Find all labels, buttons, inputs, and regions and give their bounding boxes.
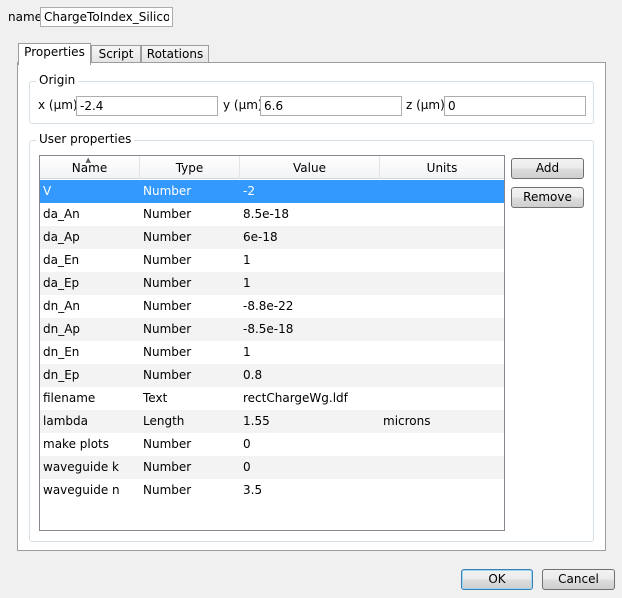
cell-name[interactable]: waveguide n [43, 479, 120, 502]
cell-name[interactable]: dn_An [43, 295, 80, 318]
table-row[interactable]: dn_Ap Number -8.5e-18 [40, 318, 504, 341]
cell-type[interactable]: Number [143, 456, 191, 479]
cell-value[interactable]: -8.5e-18 [243, 318, 293, 341]
cell-value[interactable]: 1 [243, 341, 251, 364]
cell-type[interactable]: Number [143, 318, 191, 341]
cell-name[interactable]: V [43, 180, 51, 203]
cell-value[interactable]: 1 [243, 272, 251, 295]
table-row[interactable]: V Number -2 [40, 180, 504, 203]
cell-value[interactable]: 1 [243, 249, 251, 272]
cell-value[interactable]: rectChargeWg.ldf [243, 387, 348, 410]
cell-value[interactable]: -8.8e-22 [243, 295, 293, 318]
table-row[interactable]: dn_An Number -8.8e-22 [40, 295, 504, 318]
cell-units[interactable]: microns [383, 410, 431, 433]
table-row[interactable]: waveguide n Number 3.5 [40, 479, 504, 502]
column-header-type[interactable]: Type [140, 156, 240, 179]
cell-name[interactable]: da_An [43, 203, 80, 226]
cell-type[interactable]: Number [143, 295, 191, 318]
cell-type[interactable]: Number [143, 479, 191, 502]
cell-type[interactable]: Number [143, 364, 191, 387]
tab-properties[interactable]: Properties [18, 43, 91, 65]
origin-title: Origin [36, 73, 79, 87]
cell-value[interactable]: -2 [243, 180, 255, 203]
cell-type[interactable]: Text [143, 387, 167, 410]
cell-value[interactable]: 8.5e-18 [243, 203, 289, 226]
y-label: y (µm) [223, 98, 263, 112]
table-row[interactable]: da_An Number 8.5e-18 [40, 203, 504, 226]
table-row[interactable]: filename Text rectChargeWg.ldf [40, 387, 504, 410]
add-button[interactable]: Add [511, 158, 584, 179]
user-properties-table[interactable]: ▲ Name Type Value Units V Number -2 da_An Nu… [39, 155, 505, 531]
cell-type[interactable]: Number [143, 180, 191, 203]
cell-type[interactable]: Number [143, 249, 191, 272]
cell-name[interactable]: filename [43, 387, 95, 410]
x-label: x (µm) [38, 98, 78, 112]
name-input[interactable] [40, 7, 173, 27]
cell-value[interactable]: 0 [243, 456, 251, 479]
cell-name[interactable]: dn_En [43, 341, 79, 364]
sort-ascending-icon: ▲ [85, 156, 91, 164]
y-input[interactable] [260, 96, 402, 116]
column-header-name[interactable]: ▲ Name [40, 156, 140, 179]
cell-name[interactable]: lambda [43, 410, 88, 433]
cell-name[interactable]: waveguide k [43, 456, 119, 479]
table-row[interactable]: dn_Ep Number 0.8 [40, 364, 504, 387]
column-header-value[interactable]: Value [240, 156, 380, 179]
z-label: z (µm) [406, 98, 445, 112]
name-label: name [8, 10, 43, 24]
cell-name[interactable]: da_Ep [43, 272, 79, 295]
cell-value[interactable]: 6e-18 [243, 226, 278, 249]
cell-name[interactable]: dn_Ep [43, 364, 79, 387]
cell-value[interactable]: 3.5 [243, 479, 262, 502]
table-row[interactable]: waveguide k Number 0 [40, 456, 504, 479]
table-row[interactable]: lambda Length 1.55 microns [40, 410, 504, 433]
cell-type[interactable]: Number [143, 433, 191, 456]
cell-name[interactable]: da_En [43, 249, 79, 272]
x-input[interactable] [76, 96, 218, 116]
remove-button[interactable]: Remove [511, 187, 584, 208]
cell-value[interactable]: 1.55 [243, 410, 270, 433]
cell-type[interactable]: Number [143, 341, 191, 364]
column-header-units[interactable]: Units [380, 156, 504, 179]
cell-type[interactable]: Length [143, 410, 184, 433]
table-row[interactable]: da_Ep Number 1 [40, 272, 504, 295]
cell-name[interactable]: dn_Ap [43, 318, 80, 341]
user-properties-title: User properties [36, 132, 135, 146]
table-header: ▲ Name Type Value Units [40, 156, 504, 179]
properties-panel: Origin x (µm) y (µm) z (µm) User propert… [17, 62, 606, 551]
table-row[interactable]: da_En Number 1 [40, 249, 504, 272]
cell-value[interactable]: 0 [243, 433, 251, 456]
cell-value[interactable]: 0.8 [243, 364, 262, 387]
cell-name[interactable]: make plots [43, 433, 109, 456]
cell-type[interactable]: Number [143, 203, 191, 226]
table-row[interactable]: make plots Number 0 [40, 433, 504, 456]
table-row[interactable]: da_Ap Number 6e-18 [40, 226, 504, 249]
table-row[interactable]: dn_En Number 1 [40, 341, 504, 364]
ok-button[interactable]: OK [461, 569, 533, 590]
user-properties-group: User properties ▲ Name Type Value Units … [29, 132, 594, 542]
cancel-button[interactable]: Cancel [542, 569, 615, 590]
cell-type[interactable]: Number [143, 272, 191, 295]
cell-name[interactable]: da_Ap [43, 226, 80, 249]
origin-group: Origin x (µm) y (µm) z (µm) [29, 73, 594, 124]
z-input[interactable] [444, 96, 586, 116]
table-body: V Number -2 da_An Number 8.5e-18 da_Ap Number 6e… [40, 180, 504, 502]
cell-type[interactable]: Number [143, 226, 191, 249]
